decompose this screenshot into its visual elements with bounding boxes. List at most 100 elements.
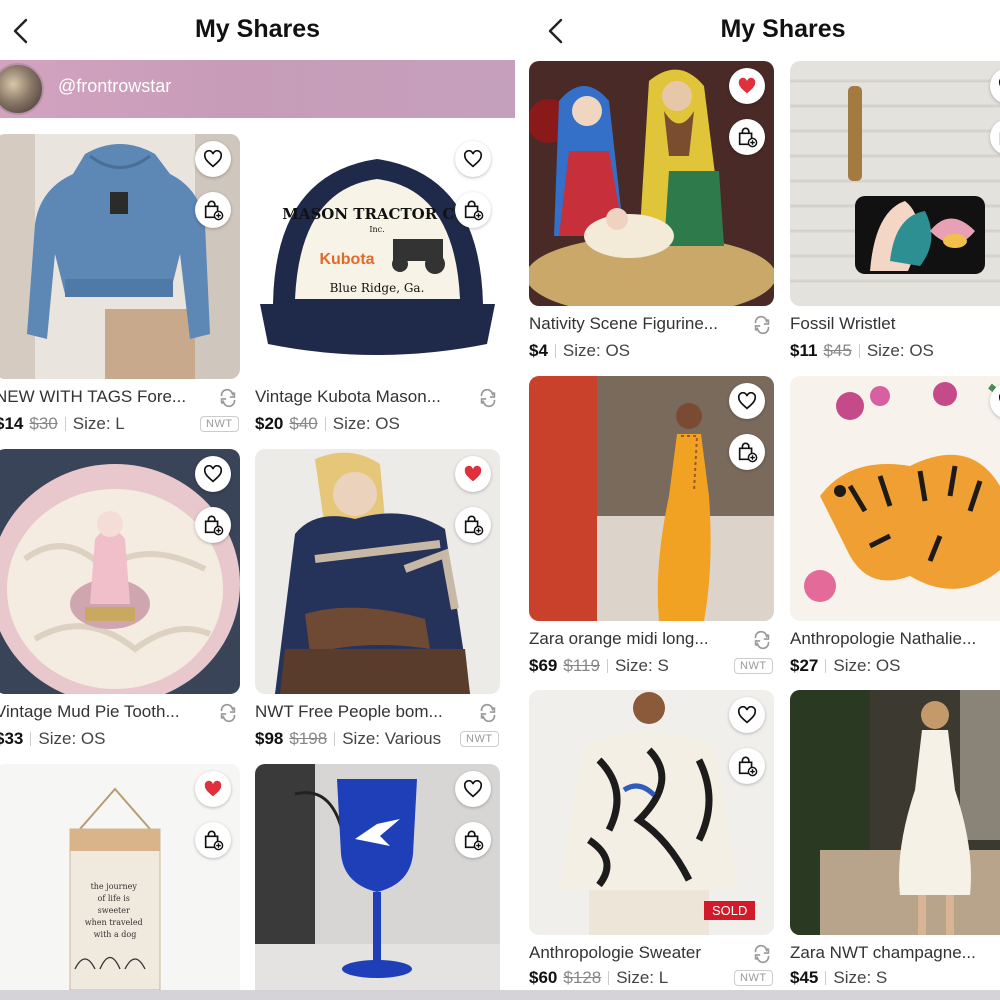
bag-plus-icon	[204, 515, 224, 536]
add-to-bundle-button[interactable]	[195, 507, 231, 543]
listing-size: Size: OS	[38, 729, 106, 748]
listing-size: Size: OS	[562, 341, 631, 360]
listing-title[interactable]: Zara orange midi long...	[529, 629, 709, 649]
listing-size: Size: OS	[332, 414, 400, 433]
share-icon[interactable]	[751, 943, 773, 965]
listing-card[interactable]: Fossil Wristlet $11 $45 Size: OS	[790, 61, 1000, 361]
nwt-badge: NWT	[734, 658, 773, 674]
price-line: $45 Size: S	[790, 968, 887, 988]
price-line: $69 $119 Size: S	[529, 656, 669, 676]
listing-card[interactable]: Zara NWT champagne... $45 Size: S	[790, 690, 1000, 990]
bag-plus-icon	[464, 515, 484, 536]
heart-outline-icon	[463, 150, 483, 168]
listing-price: $69	[529, 656, 558, 675]
listing-image[interactable]	[790, 376, 1000, 621]
listing-card[interactable]: SOLD Anthropologie Sweater $60 $128 Size…	[529, 690, 774, 990]
like-button[interactable]	[195, 456, 231, 492]
bag-plus-icon	[738, 756, 758, 777]
listing-card[interactable]	[255, 764, 500, 990]
bag-plus-icon	[204, 830, 224, 851]
listing-title[interactable]: NWT Free People bom...	[255, 702, 443, 722]
add-to-bundle-button[interactable]	[729, 434, 765, 470]
svg-text:Kubota: Kubota	[319, 251, 374, 268]
listing-price: $98	[255, 729, 284, 748]
listing-title[interactable]: Vintage Mud Pie Tooth...	[0, 702, 180, 722]
listing-card[interactable]: Nativity Scene Figurine... $4 Size: OS	[529, 61, 774, 361]
nwt-badge: NWT	[200, 416, 239, 432]
share-icon[interactable]	[751, 629, 773, 651]
listing-title[interactable]: Fossil Wristlet	[790, 314, 895, 334]
like-button[interactable]	[195, 771, 231, 807]
page-title: My Shares	[720, 15, 846, 43]
user-handle[interactable]: @frontrowstar	[58, 76, 171, 97]
original-price: $30	[29, 414, 58, 433]
listing-price: $14	[0, 414, 24, 433]
user-bar[interactable]: @frontrowstar	[0, 60, 515, 118]
heart-filled-icon	[738, 77, 756, 94]
share-icon[interactable]	[217, 702, 239, 724]
listing-card[interactable]: the journey of life is sweeter when trav…	[0, 764, 240, 990]
price-line: $4 Size: OS	[529, 341, 630, 361]
like-button[interactable]	[195, 141, 231, 177]
share-icon[interactable]	[477, 387, 499, 409]
add-to-bundle-button[interactable]	[455, 507, 491, 543]
listing-image[interactable]	[790, 61, 1000, 306]
like-button[interactable]	[455, 771, 491, 807]
right-screen: My Shares Nativity Scene Figurine... $4 …	[515, 0, 1000, 1000]
add-to-bundle-button[interactable]	[195, 192, 231, 228]
listing-price: $20	[255, 414, 284, 433]
like-button[interactable]	[455, 456, 491, 492]
bag-plus-icon	[204, 200, 224, 221]
listing-size: Size: OS	[866, 341, 934, 360]
add-to-bundle-button[interactable]	[195, 822, 231, 858]
listing-card[interactable]: MASON TRACTOR CO. Inc. Kubota Blue Ridge…	[255, 134, 500, 434]
add-to-bundle-button[interactable]	[729, 748, 765, 784]
listing-title[interactable]: Nativity Scene Figurine...	[529, 314, 718, 334]
listing-card[interactable]: Vintage Mud Pie Tooth... $33 Size: OS	[0, 449, 240, 749]
listing-size: Size: Various	[342, 729, 442, 748]
listing-price: $11	[790, 341, 818, 360]
like-button[interactable]	[729, 68, 765, 104]
listing-title[interactable]: Zara NWT champagne...	[790, 943, 976, 963]
listing-price: $4	[529, 341, 548, 360]
listing-price: $33	[0, 729, 24, 748]
bag-plus-icon	[738, 127, 758, 148]
price-line: $14 $30 Size: L	[0, 414, 125, 434]
share-icon[interactable]	[217, 387, 239, 409]
listing-title[interactable]: Anthropologie Sweater	[529, 943, 701, 963]
bag-plus-icon	[464, 200, 484, 221]
add-to-bundle-button[interactable]	[729, 119, 765, 155]
listing-size: Size: S	[614, 656, 669, 675]
listing-card[interactable]: NWT Free People bom... $98 $198 Size: Va…	[255, 449, 500, 749]
listing-card[interactable]: Anthropologie Nathalie... $27 Size: OS	[790, 376, 1000, 676]
listing-title[interactable]: NEW WITH TAGS Fore...	[0, 387, 186, 407]
listing-size: Size: L	[616, 968, 669, 987]
heart-filled-icon	[464, 465, 482, 482]
like-button[interactable]	[455, 141, 491, 177]
listing-title[interactable]: Vintage Kubota Mason...	[255, 387, 441, 407]
price-line: $11 $45 Size: OS	[790, 341, 934, 361]
original-price: $198	[289, 729, 328, 748]
heart-outline-icon	[463, 780, 483, 798]
svg-text:MASON TRACTOR CO.: MASON TRACTOR CO.	[282, 205, 472, 223]
like-button[interactable]	[729, 383, 765, 419]
like-button[interactable]	[729, 697, 765, 733]
page-title: My Shares	[194, 15, 321, 43]
original-price: $128	[563, 968, 602, 987]
svg-text:Inc.: Inc.	[369, 225, 384, 234]
bag-plus-icon	[738, 442, 758, 463]
price-line: $60 $128 Size: L	[529, 968, 668, 988]
listing-card[interactable]: NEW WITH TAGS Fore... $14 $30 Size: L NW…	[0, 134, 240, 434]
add-to-bundle-button[interactable]	[455, 192, 491, 228]
listing-image[interactable]	[790, 690, 1000, 935]
original-price: $119	[563, 656, 600, 675]
avatar[interactable]	[0, 63, 44, 115]
share-icon[interactable]	[477, 702, 499, 724]
listing-card[interactable]: Zara orange midi long... $69 $119 Size: …	[529, 376, 774, 676]
listing-title[interactable]: Anthropologie Nathalie...	[790, 629, 976, 649]
sold-badge: SOLD	[704, 901, 756, 920]
share-icon[interactable]	[751, 314, 773, 336]
original-price: $45	[823, 341, 852, 360]
price-line: $33 Size: OS	[0, 729, 105, 749]
add-to-bundle-button[interactable]	[455, 822, 491, 858]
